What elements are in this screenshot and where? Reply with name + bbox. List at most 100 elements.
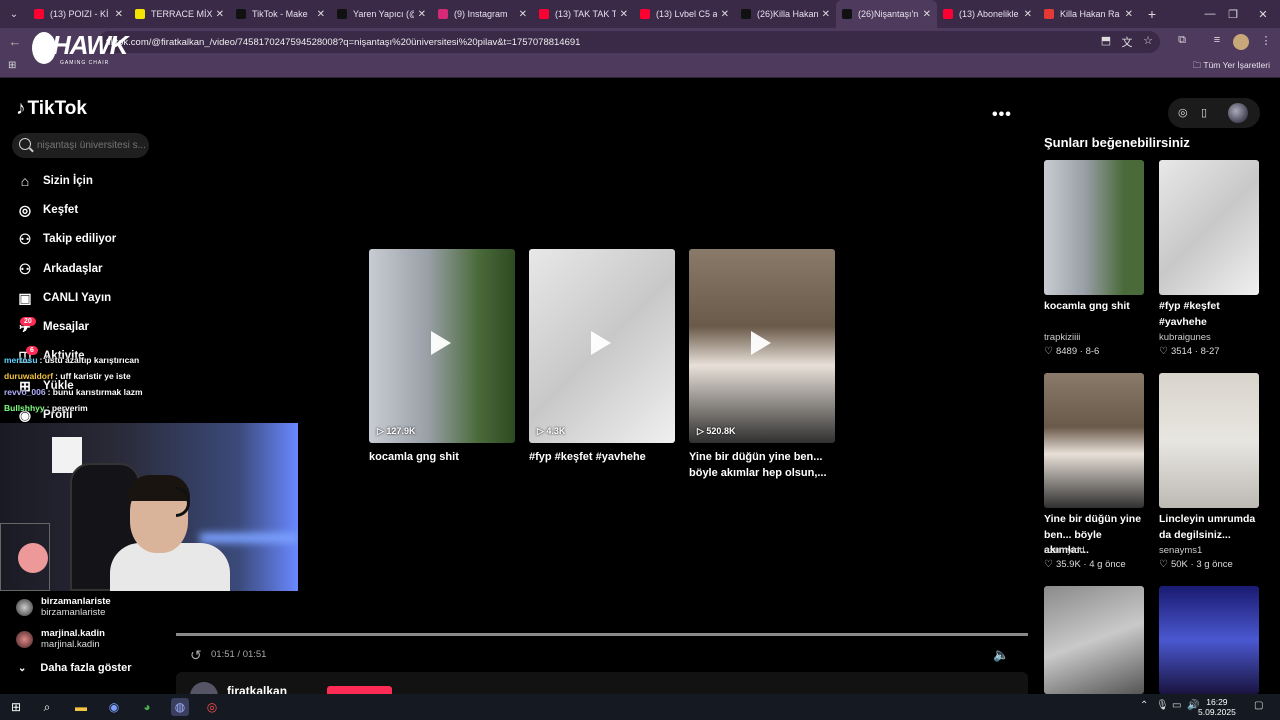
media-controls-icon[interactable]: ≡ [1209, 34, 1225, 50]
suggested-video-thumbnail[interactable] [1159, 586, 1259, 694]
video-thumbnail[interactable]: 4.3K [529, 249, 675, 443]
browser-tab[interactable]: (26)Nişantaşı'n ✕ [836, 0, 937, 28]
tab-close-icon[interactable]: ✕ [317, 9, 325, 20]
network-icon[interactable]: ▭ [1172, 700, 1181, 711]
apps-grid-icon[interactable]: ⊞ [8, 60, 16, 71]
webcam-neon-light [200, 533, 298, 543]
suggested-video-author[interactable]: ozumyldd [1044, 545, 1085, 556]
stat-separator: · [1077, 346, 1086, 357]
translate-icon[interactable]: 文 [1119, 34, 1135, 50]
browser-tab[interactable]: (13) Abonelikle ✕ [937, 0, 1038, 28]
browser-tab[interactable]: TikTok - Make ✕ [230, 0, 331, 28]
suggested-video-stats: ♡ 8489 · 8-6 [1044, 346, 1099, 357]
browser-tab[interactable]: (13) TAK TAK T ✕ [533, 0, 634, 28]
tab-close-icon[interactable]: ✕ [1024, 9, 1032, 20]
browser-tab[interactable]: TERRACE MİX ✕ [129, 0, 230, 28]
tab-favicon-icon [640, 9, 650, 19]
chat-message: revvo_006: bunu karıstırmak lazm [4, 387, 143, 397]
tab-close-icon[interactable]: ✕ [115, 9, 123, 20]
tab-close-icon[interactable]: ✕ [620, 9, 628, 20]
device-icon[interactable]: ▯ [1201, 106, 1207, 119]
new-tab-button[interactable]: + [1139, 6, 1165, 22]
app-icon[interactable]: ◉ [105, 698, 123, 716]
tab-search-button[interactable]: ⌄ [0, 0, 28, 28]
url-text: tiktok.com/@firatkalkan_/video/745817024… [106, 36, 581, 48]
more-options-icon[interactable]: ••• [992, 106, 1012, 124]
sidebar-item-label: CANLI Yayın [43, 292, 112, 304]
stat-separator: · [1080, 559, 1090, 570]
video-progress-bar[interactable] [176, 633, 1028, 636]
recording-app-icon[interactable]: ◎ [203, 698, 221, 716]
chevron-down-icon: ⌄ [18, 662, 27, 674]
chrome-icon[interactable]: ◕ [138, 698, 156, 716]
taskbar-search-icon[interactable]: ⌕ [38, 698, 56, 716]
file-explorer-icon[interactable]: ▬ [72, 698, 90, 716]
tab-favicon-icon [943, 9, 953, 19]
tab-close-icon[interactable]: ✕ [519, 9, 527, 20]
video-thumbnail[interactable]: 520.8K [689, 249, 835, 443]
sidebar-item-live[interactable]: ▣ CANLI Yayın [16, 287, 111, 309]
browser-tab[interactable]: (13) POIZI - Kİ ✕ [28, 0, 129, 28]
search-box[interactable] [12, 133, 149, 158]
tab-close-icon[interactable]: ✕ [216, 9, 224, 20]
suggested-video-thumbnail[interactable] [1159, 373, 1259, 508]
suggested-video-title[interactable]: Lincleyin umrumda da degilsiniz... [1159, 512, 1263, 543]
volume-icon[interactable]: 🔈 [993, 647, 1009, 663]
video-title[interactable]: Yine bir düğün yine ben... böyle akımlar… [689, 449, 839, 481]
show-more-button[interactable]: ⌄ Daha fazla göster [18, 662, 131, 674]
taskbar-clock[interactable]: 16:29 5.09.2025 [1198, 697, 1236, 717]
replay-icon[interactable]: ↺ [190, 647, 202, 664]
windows-start-icon[interactable]: ⊞ [7, 698, 25, 716]
microphone-icon[interactable]: 🎙 [1156, 700, 1169, 711]
browser-tab[interactable]: (9) Instagram ✕ [432, 0, 533, 28]
tab-favicon-icon [741, 9, 751, 19]
browser-tab[interactable]: (13) Lvbel C5 a ✕ [634, 0, 735, 28]
notifications-icon[interactable]: ▢ [1254, 700, 1263, 711]
coin-icon[interactable]: ◎ [1178, 106, 1188, 119]
tiktok-logo[interactable]: ♪ TikTok [16, 98, 87, 120]
bookmark-star-icon[interactable]: ☆ [1140, 34, 1156, 50]
extensions-icon[interactable]: ⧉ [1174, 34, 1190, 50]
profile-avatar-icon[interactable] [1233, 34, 1249, 50]
suggested-video-thumbnail[interactable] [1044, 373, 1144, 508]
discord-icon[interactable]: ◍ [171, 698, 189, 716]
suggested-video-thumbnail[interactable] [1044, 586, 1144, 694]
suggested-video-author[interactable]: kubraigunes [1159, 332, 1211, 343]
sidebar-item-following[interactable]: ⚇ Takip ediliyor [16, 228, 117, 250]
browser-tab[interactable]: (26)Killa Hakan ✕ [735, 0, 836, 28]
video-title[interactable]: kocamla gng shit [369, 449, 519, 465]
suggested-video-title[interactable]: kocamla gng shit [1044, 299, 1148, 315]
video-thumbnail[interactable]: 127.9K [369, 249, 515, 443]
back-icon[interactable]: ← [4, 34, 26, 49]
search-input[interactable] [37, 137, 147, 154]
tab-close-icon[interactable]: ✕ [822, 9, 830, 20]
browser-menu-icon[interactable]: ⋮ [1258, 34, 1274, 50]
sidebar-item-compass[interactable]: ◎ Keşfet [16, 199, 78, 221]
browser-tab[interactable]: Killa Hakan Ra ✕ [1038, 0, 1139, 28]
close-window-icon[interactable]: ✕ [1240, 0, 1280, 28]
tray-chevron-icon[interactable]: ⌃ [1140, 700, 1148, 711]
followed-account[interactable]: marjinal.kadin marjinal.kadin [16, 628, 105, 650]
followed-account[interactable]: birzamanlariste birzamanlariste [16, 596, 111, 618]
all-bookmarks-link[interactable]: 🗀 Tüm Yer İşaretleri [1193, 60, 1270, 74]
suggested-video-stats: ♡ 3514 · 8-27 [1159, 346, 1220, 357]
tab-favicon-icon [34, 9, 44, 19]
install-app-icon[interactable]: ⬒ [1098, 34, 1114, 50]
suggested-video-thumbnail[interactable] [1159, 160, 1259, 295]
suggested-video-author[interactable]: trapkiziiii [1044, 332, 1080, 343]
suggested-video-title[interactable]: #fyp #keşfet #yavhehe [1159, 299, 1263, 330]
webcam-doll [18, 543, 48, 573]
sidebar-item-home[interactable]: ⌂ Sizin İçin [16, 170, 93, 192]
url-field[interactable]: tiktok.com/@firatkalkan_/video/745817024… [98, 31, 1160, 53]
suggested-video-author[interactable]: senayms1 [1159, 545, 1202, 556]
user-avatar[interactable] [1228, 103, 1248, 123]
sidebar-item-friends[interactable]: ⚇ Arkadaşlar [16, 258, 103, 280]
video-title[interactable]: #fyp #keşfet #yavhehe [529, 449, 679, 465]
tab-close-icon[interactable]: ✕ [418, 9, 426, 20]
browser-tab[interactable]: Yaren Yapıcı (@ ✕ [331, 0, 432, 28]
tab-close-icon[interactable]: ✕ [923, 9, 931, 20]
suggested-video-thumbnail[interactable] [1044, 160, 1144, 295]
tab-close-icon[interactable]: ✕ [721, 9, 729, 20]
tab-title: (26)Killa Hakan [757, 9, 818, 19]
tab-close-icon[interactable]: ✕ [1125, 9, 1133, 20]
